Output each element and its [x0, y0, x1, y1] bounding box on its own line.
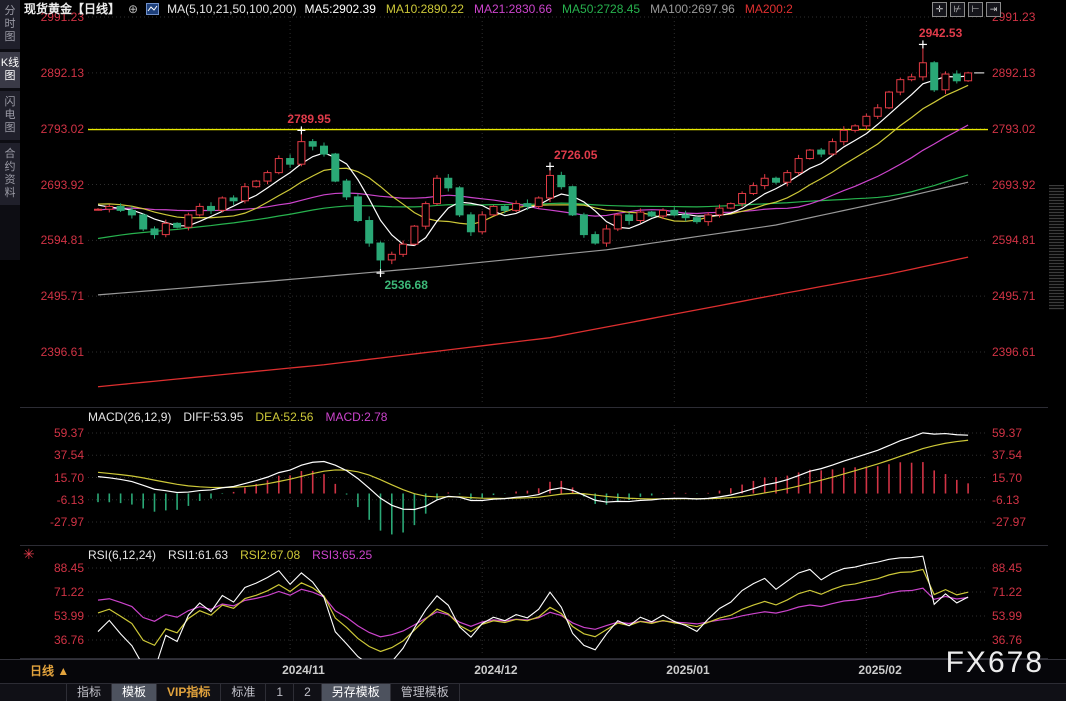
rsi-axis-label: 36.76 — [20, 633, 84, 647]
fit-left-icon[interactable]: ⊬ — [950, 2, 965, 17]
ma-value-label: MA10:2890.22 — [386, 2, 464, 16]
period-selector[interactable]: 日线 ▲ — [30, 662, 69, 679]
date-tick-label: 2025/01 — [666, 663, 709, 677]
price-annotation: 2942.53 — [919, 26, 962, 40]
macd-axis-label: 59.37 — [20, 426, 84, 440]
price-annotation: 2789.95 — [287, 112, 330, 126]
price-annotation: 2726.05 — [554, 148, 597, 162]
ma-value-label: MA21:2830.66 — [474, 2, 552, 16]
price-axis-label: 2495.71 — [20, 289, 84, 303]
chart-type-icon[interactable] — [146, 3, 159, 15]
rsi-params-label: RSI(6,12,24) — [88, 548, 156, 562]
ma-params-label: MA(5,10,21,50,100,200) — [167, 2, 296, 16]
toolbar-item-6[interactable]: 另存模板 — [322, 684, 391, 701]
rsi2-line — [98, 569, 968, 651]
date-tick-label: 2025/02 — [858, 663, 901, 677]
date-tick-label: 2024/12 — [474, 663, 517, 677]
price-axis-label: 2892.13 — [992, 66, 1064, 80]
rsi-axis-label: 53.99 — [992, 609, 1064, 623]
macd-axis-label: 59.37 — [992, 426, 1064, 440]
toolbar-item-1[interactable]: 模板 — [112, 684, 157, 701]
toolbar-item-0[interactable]: 指标 — [66, 684, 112, 701]
chart-header: 现货黄金【日线】 ⊕ MA(5,10,21,50,100,200) MA5:29… — [24, 1, 803, 16]
macd-layer — [98, 462, 968, 534]
price-axis-label: 2693.92 — [20, 178, 84, 192]
fit-right-icon[interactable]: ⊢ — [968, 2, 983, 17]
macd-axis-label: 15.70 — [992, 471, 1064, 485]
date-tick-label: 2024/11 — [282, 663, 325, 677]
rsi-axis-label: 88.45 — [992, 561, 1064, 575]
ma-value-label: MA100:2697.96 — [650, 2, 735, 16]
toolbar-item-4[interactable]: 1 — [266, 684, 294, 701]
macd-panel-title: MACD(26,12,9) DIFF:53.95 DEA:52.56 MACD:… — [88, 410, 387, 424]
macd-axis-label: 37.54 — [992, 448, 1064, 462]
toolbar-item-3[interactable]: 标准 — [221, 684, 266, 701]
rsi-axis-label: 71.22 — [992, 585, 1064, 599]
rsi3-line — [98, 588, 968, 637]
ma200-line — [98, 257, 968, 387]
rsi2-value: RSI2:67.08 — [240, 548, 300, 562]
instrument-title: 现货黄金【日线】 — [24, 0, 120, 17]
toolbar-item-5[interactable]: 2 — [294, 684, 322, 701]
toolbar-item-7[interactable]: 管理模板 — [391, 684, 460, 701]
price-axis-label: 2396.61 — [20, 345, 84, 359]
macd-axis-label: -6.13 — [992, 493, 1064, 507]
ma-value-label: MA200:2 — [745, 2, 793, 16]
date-axis — [0, 659, 1066, 684]
ma21-line — [98, 125, 968, 216]
price-axis-label: 2594.81 — [992, 233, 1064, 247]
rsi-axis-label: 71.22 — [20, 585, 84, 599]
dea-line — [98, 440, 968, 499]
rsi1-value: RSI1:61.63 — [168, 548, 228, 562]
price-axis-label: 2793.02 — [20, 122, 84, 136]
price-axis-label: 2495.71 — [992, 289, 1064, 303]
macd-params-label: MACD(26,12,9) — [88, 410, 171, 424]
ma5-line — [98, 76, 968, 245]
macd-diff-value: DIFF:53.95 — [183, 410, 243, 424]
macd-axis-label: 15.70 — [20, 471, 84, 485]
macd-axis-label: -27.97 — [20, 515, 84, 529]
macd-axis-label: -6.13 — [20, 493, 84, 507]
candles-layer — [95, 40, 972, 277]
price-axis-label: 2793.02 — [992, 122, 1064, 136]
move-icon[interactable]: ✛ — [932, 2, 947, 17]
rsi3-value: RSI3:65.25 — [312, 548, 372, 562]
macd-macd-value: MACD:2.78 — [325, 410, 387, 424]
ma-value-label: MA50:2728.45 — [562, 2, 640, 16]
bottom-toolbar: 指标模板VIP指标标准12另存模板管理模板 — [0, 683, 1066, 701]
compare-plus-icon[interactable]: ⊕ — [128, 2, 138, 16]
indicator-settings-icon[interactable]: ✳ — [23, 547, 35, 561]
ma10-line — [98, 85, 968, 224]
price-axis-label: 2396.61 — [992, 345, 1064, 359]
macd-dea-value: DEA:52.56 — [255, 410, 313, 424]
ma-values: MA5:2902.39 MA10:2890.22 MA21:2830.66 MA50:… — [305, 2, 803, 16]
period-arrow-icon: ▲ — [57, 664, 69, 678]
watermark: FX678 — [946, 646, 1044, 680]
rsi1-line — [98, 556, 968, 670]
price-axis-label: 2892.13 — [20, 66, 84, 80]
chart-canvas[interactable] — [0, 0, 1066, 701]
ma100-line — [98, 182, 968, 295]
window-tools: ✛⊬⊢⇥ — [932, 2, 1001, 17]
rsi-axis-label: 53.99 — [20, 609, 84, 623]
toolbar-item-2[interactable]: VIP指标 — [157, 684, 221, 701]
period-label: 日线 — [30, 664, 54, 678]
shift-right-icon[interactable]: ⇥ — [986, 2, 1001, 17]
trading-terminal: 分时图K线图闪电图合约资料 现货黄金【日线】 ⊕ MA(5,10,21,50,1… — [0, 0, 1066, 701]
rsi-axis-label: 88.45 — [20, 561, 84, 575]
rsi-axis-label: 36.76 — [992, 633, 1064, 647]
price-axis-label: 2693.92 — [992, 178, 1064, 192]
macd-axis-label: 37.54 — [20, 448, 84, 462]
price-axis-label: 2991.23 — [992, 10, 1064, 24]
macd-axis-label: -27.97 — [992, 515, 1064, 529]
rsi-panel-title: RSI(6,12,24) RSI1:61.63 RSI2:67.08 RSI3:… — [88, 548, 372, 562]
price-axis-label: 2594.81 — [20, 233, 84, 247]
ma-value-label: MA5:2902.39 — [305, 2, 376, 16]
price-annotation: 2536.68 — [385, 278, 428, 292]
